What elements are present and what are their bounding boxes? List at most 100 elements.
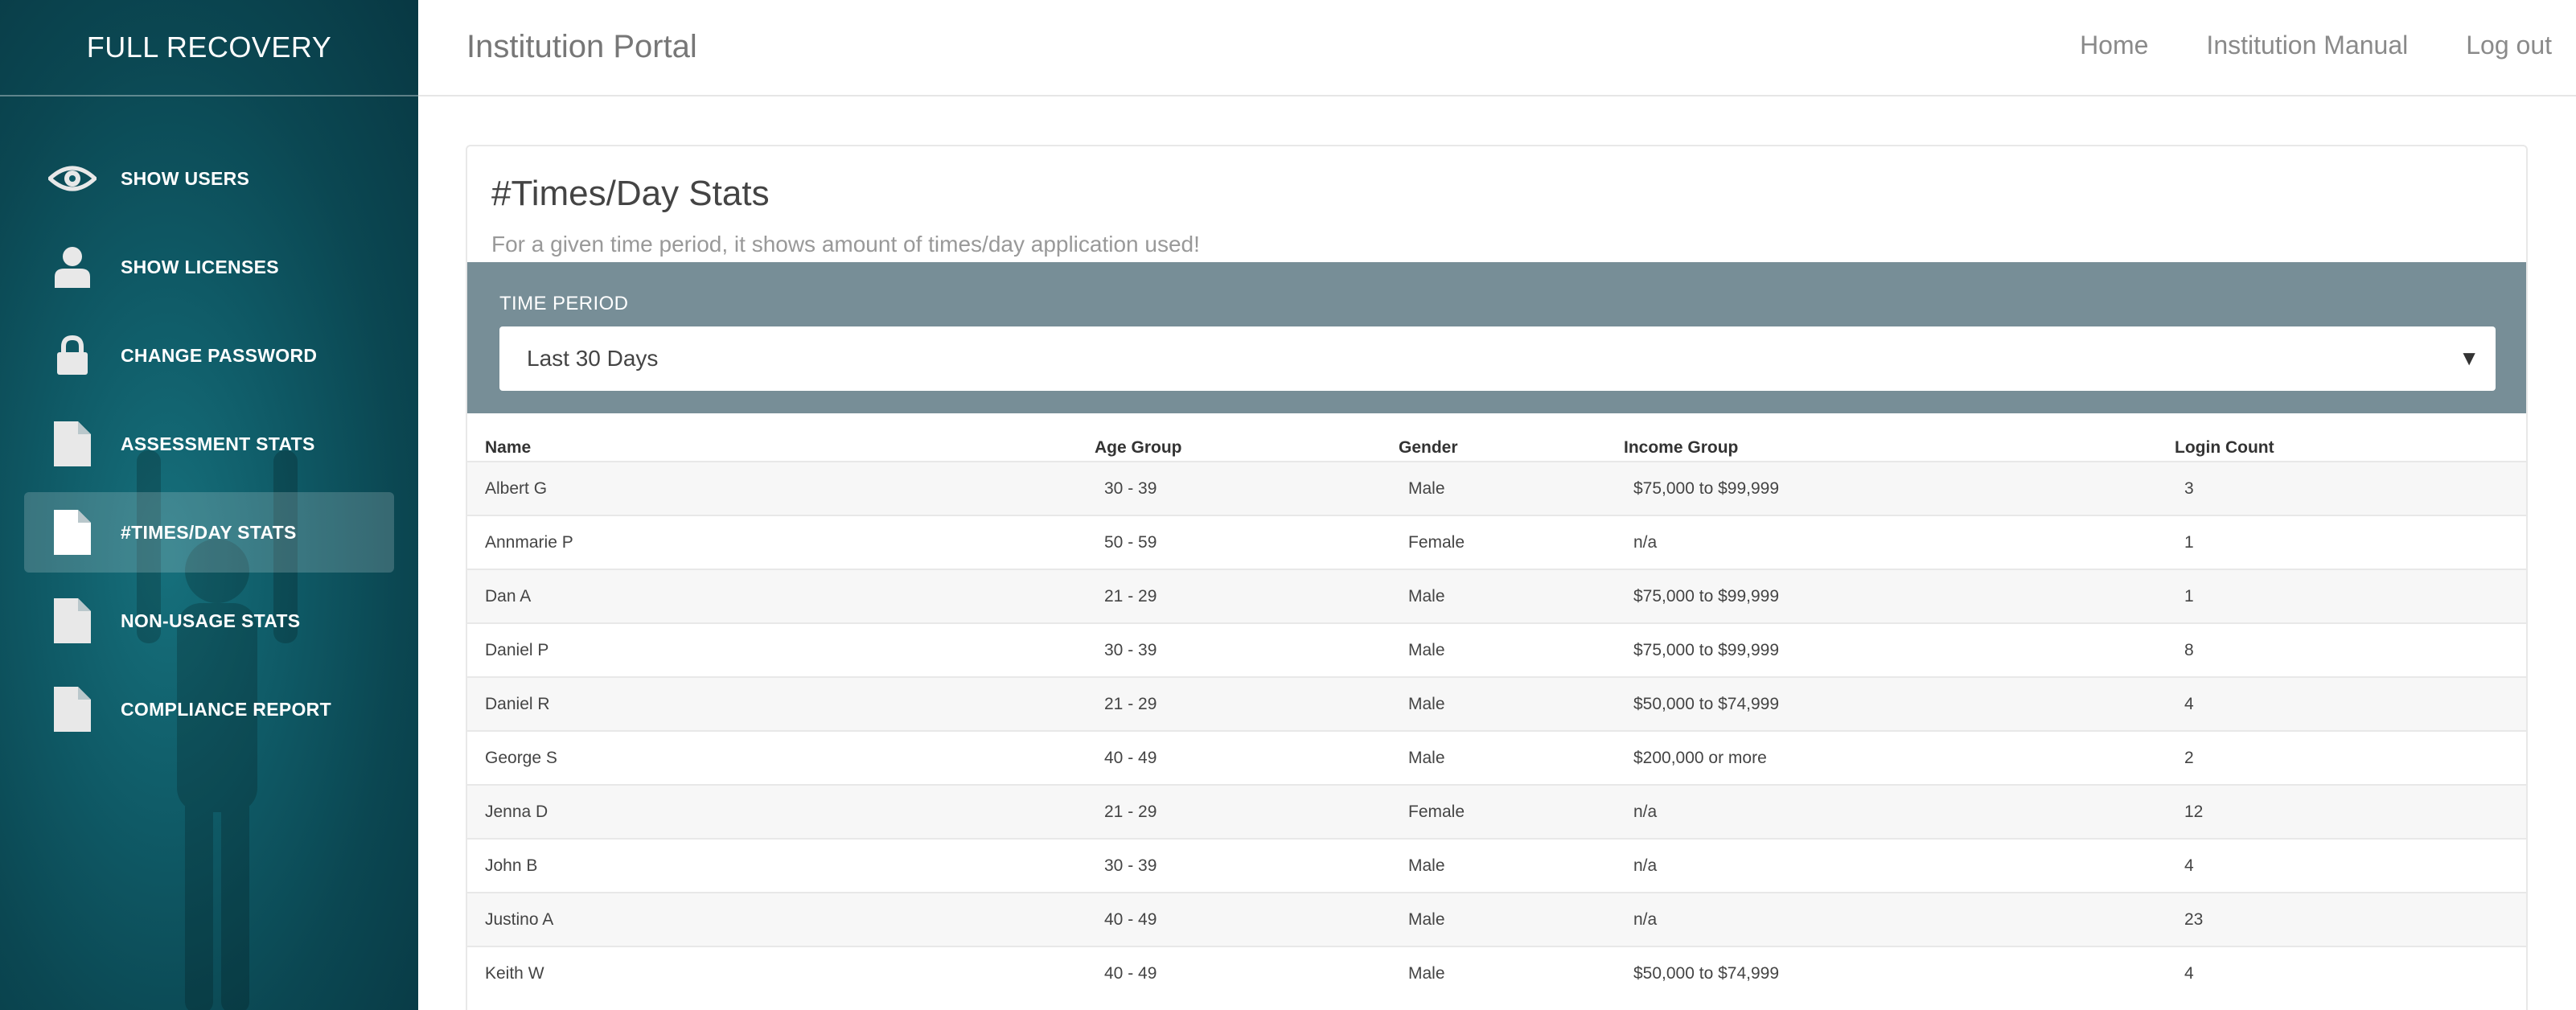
- cell-gender: Male: [1399, 730, 1624, 785]
- top-bar: Institution Portal Home Institution Manu…: [418, 0, 2576, 96]
- cell-income-group: $75,000 to $99,999: [1624, 622, 2175, 677]
- cell-age-group: 40 - 49: [1095, 946, 1399, 1000]
- cell-income-group: n/a: [1624, 784, 2175, 839]
- sidebar-item-label: SHOW LICENSES: [121, 256, 279, 277]
- sidebar-item-times-day-stats[interactable]: #TIMES/DAY STATS: [24, 492, 394, 573]
- cell-login-count: 4: [2175, 838, 2526, 893]
- table-row: Daniel R 21 - 29 Male $50,000 to $74,999…: [467, 676, 2526, 731]
- nav-link-home[interactable]: Home: [2080, 31, 2148, 60]
- column-header-gender[interactable]: Gender: [1399, 429, 1624, 462]
- eye-icon: [48, 154, 97, 203]
- nav-link-log-out[interactable]: Log out: [2466, 31, 2552, 60]
- sidebar-item-label: CHANGE PASSWORD: [121, 344, 318, 366]
- cell-age-group: 21 - 29: [1095, 784, 1399, 839]
- lock-icon: [48, 331, 97, 380]
- cell-income-group: n/a: [1624, 892, 2175, 946]
- cell-gender: Male: [1399, 676, 1624, 731]
- cell-gender: Female: [1399, 784, 1624, 839]
- nav-link-institution-manual[interactable]: Institution Manual: [2206, 31, 2408, 60]
- stats-table: Name Age Group Gender Income Group Login…: [467, 429, 2526, 1000]
- document-icon: [48, 420, 97, 468]
- sidebar-item-assessment-stats[interactable]: ASSESSMENT STATS: [24, 404, 394, 484]
- sidebar-item-change-password[interactable]: CHANGE PASSWORD: [24, 315, 394, 396]
- cell-gender: Male: [1399, 838, 1624, 893]
- sidebar-item-label: ASSESSMENT STATS: [121, 433, 315, 454]
- document-icon: [48, 685, 97, 733]
- cell-age-group: 30 - 39: [1095, 622, 1399, 677]
- cell-age-group: 50 - 59: [1095, 515, 1399, 569]
- cell-income-group: $75,000 to $99,999: [1624, 569, 2175, 623]
- cell-income-group: n/a: [1624, 515, 2175, 569]
- table-row: Jenna D 21 - 29 Female n/a 12: [467, 784, 2526, 839]
- cell-name: George S: [467, 730, 1095, 785]
- time-period-label: TIME PERIOD: [499, 293, 629, 314]
- cell-gender: Male: [1399, 569, 1624, 623]
- cell-name: Justino A: [467, 892, 1095, 946]
- sidebar-item-label: #TIMES/DAY STATS: [121, 521, 297, 543]
- cell-income-group: $50,000 to $74,999: [1624, 676, 2175, 731]
- sidebar-item-show-licenses[interactable]: SHOW LICENSES: [24, 227, 394, 307]
- top-nav: Home Institution Manual Log out: [2080, 31, 2552, 60]
- table-row: Keith W 40 - 49 Male $50,000 to $74,999 …: [467, 946, 2526, 1000]
- table-row: Dan A 21 - 29 Male $75,000 to $99,999 1: [467, 569, 2526, 623]
- document-icon: [48, 508, 97, 556]
- cell-login-count: 4: [2175, 676, 2526, 731]
- cell-age-group: 30 - 39: [1095, 838, 1399, 893]
- column-header-age-group[interactable]: Age Group: [1095, 429, 1399, 462]
- cell-name: John B: [467, 838, 1095, 893]
- sidebar-item-label: COMPLIANCE REPORT: [121, 698, 331, 720]
- sidebar-item-label: NON-USAGE STATS: [121, 610, 301, 631]
- cell-login-count: 1: [2175, 569, 2526, 623]
- column-header-login-count[interactable]: Login Count: [2175, 429, 2526, 462]
- stats-card: #Times/Day Stats For a given time period…: [466, 145, 2528, 1010]
- cell-login-count: 12: [2175, 784, 2526, 839]
- cell-login-count: 1: [2175, 515, 2526, 569]
- sidebar-item-compliance-report[interactable]: COMPLIANCE REPORT: [24, 669, 394, 749]
- cell-age-group: 40 - 49: [1095, 892, 1399, 946]
- brand-logo[interactable]: FULL RECOVERY: [0, 0, 418, 96]
- sidebar-item-show-users[interactable]: SHOW USERS: [24, 138, 394, 219]
- caret-down-icon: ▼: [2459, 346, 2479, 370]
- cell-gender: Male: [1399, 946, 1624, 1000]
- cell-income-group: $50,000 to $74,999: [1624, 946, 2175, 1000]
- cell-income-group: $75,000 to $99,999: [1624, 461, 2175, 515]
- cell-login-count: 2: [2175, 730, 2526, 785]
- table-row: Justino A 40 - 49 Male n/a 23: [467, 892, 2526, 946]
- table-row: John B 30 - 39 Male n/a 4: [467, 838, 2526, 893]
- cell-name: Dan A: [467, 569, 1095, 623]
- cell-gender: Male: [1399, 622, 1624, 677]
- cell-gender: Male: [1399, 892, 1624, 946]
- user-icon: [48, 243, 97, 291]
- sidebar-item-label: SHOW USERS: [121, 167, 250, 189]
- table-row: George S 40 - 49 Male $200,000 or more 2: [467, 730, 2526, 785]
- cell-gender: Male: [1399, 461, 1624, 515]
- cell-age-group: 40 - 49: [1095, 730, 1399, 785]
- cell-income-group: $200,000 or more: [1624, 730, 2175, 785]
- cell-name: Keith W: [467, 946, 1095, 1000]
- time-period-select[interactable]: Last 30 Days ▼: [499, 326, 2496, 391]
- table-row: Daniel P 30 - 39 Male $75,000 to $99,999…: [467, 622, 2526, 677]
- document-icon: [48, 597, 97, 645]
- table-header-row: Name Age Group Gender Income Group Login…: [467, 429, 2526, 462]
- cell-age-group: 21 - 29: [1095, 569, 1399, 623]
- cell-gender: Female: [1399, 515, 1624, 569]
- sidebar-item-non-usage-stats[interactable]: NON-USAGE STATS: [24, 581, 394, 661]
- cell-name: Annmarie P: [467, 515, 1095, 569]
- cell-age-group: 30 - 39: [1095, 461, 1399, 515]
- filter-bar: TIME PERIOD Last 30 Days ▼: [467, 262, 2526, 413]
- table-row: Annmarie P 50 - 59 Female n/a 1: [467, 515, 2526, 569]
- cell-name: Daniel R: [467, 676, 1095, 731]
- sidebar: FULL RECOVERY SHOW USERS SHOW LICENSES C…: [0, 0, 418, 1010]
- time-period-selected-value: Last 30 Days: [527, 346, 659, 371]
- sidebar-nav: SHOW USERS SHOW LICENSES CHANGE PASSWORD…: [0, 96, 418, 749]
- column-header-name[interactable]: Name: [467, 429, 1095, 462]
- column-header-income-group[interactable]: Income Group: [1624, 429, 2175, 462]
- cell-login-count: 23: [2175, 892, 2526, 946]
- table-row: Albert G 30 - 39 Male $75,000 to $99,999…: [467, 461, 2526, 515]
- cell-login-count: 3: [2175, 461, 2526, 515]
- cell-login-count: 8: [2175, 622, 2526, 677]
- page-subtitle: For a given time period, it shows amount…: [491, 232, 1200, 257]
- cell-name: Jenna D: [467, 784, 1095, 839]
- cell-income-group: n/a: [1624, 838, 2175, 893]
- cell-name: Albert G: [467, 461, 1095, 515]
